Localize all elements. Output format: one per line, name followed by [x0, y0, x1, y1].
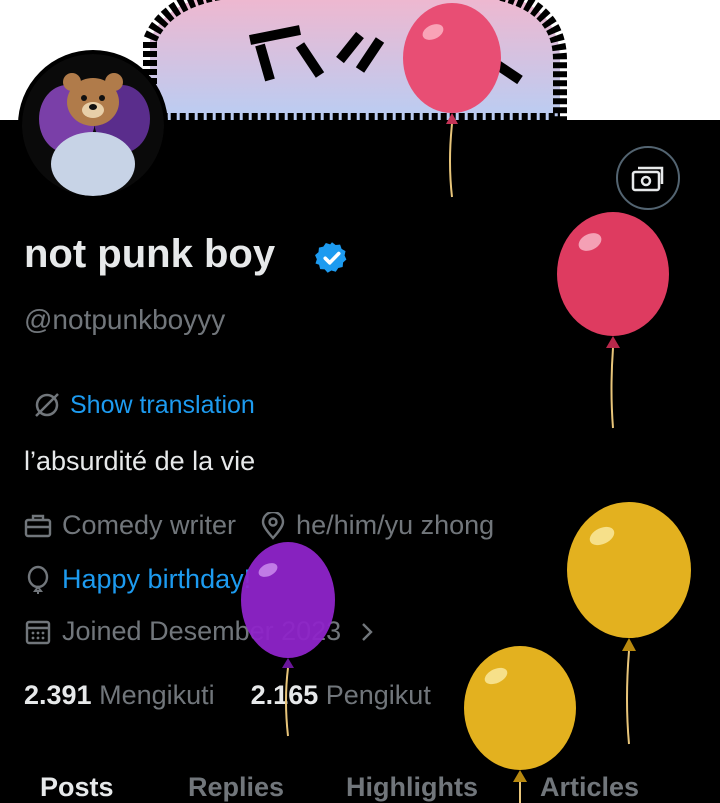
chevron-right-icon — [362, 622, 373, 641]
location-pin-icon — [261, 511, 285, 540]
joined-date: Joined Desember 2023 — [62, 616, 342, 646]
display-name: not punk boy — [24, 232, 276, 276]
follow-stats: 2.391 Mengikuti 2.165 Pengikut — [24, 680, 431, 711]
birthday-balloon-red — [557, 212, 669, 429]
followers-label: Pengikut — [325, 680, 431, 710]
tab-replies[interactable]: Replies — [188, 772, 284, 803]
tip-icon — [631, 166, 664, 192]
following-link[interactable]: 2.391 Mengikuti — [24, 680, 215, 711]
profile-tabs: Posts Replies Highlights Articles — [0, 766, 720, 803]
profession: Comedy writer — [62, 510, 237, 540]
verified-badge-icon[interactable] — [314, 240, 350, 276]
translate-icon — [35, 393, 59, 417]
tab-articles[interactable]: Articles — [540, 772, 639, 803]
tab-posts[interactable]: Posts — [40, 772, 114, 803]
birthday-balloon-yellow — [567, 502, 691, 745]
handle: @notpunkboyyy — [24, 304, 226, 335]
tip-button[interactable] — [616, 146, 680, 210]
joined-row[interactable]: Joined Desember 2023 — [24, 616, 385, 647]
profile-meta-row: Comedy writer he/him/yu zhong — [24, 510, 494, 541]
balloon-icon — [27, 565, 49, 594]
bio: l’absurdité de la vie — [24, 446, 256, 476]
followers-link[interactable]: 2.165 Pengikut — [251, 680, 431, 711]
following-count: 2.391 — [24, 680, 92, 710]
birthday-row: Happy birthday! — [24, 564, 251, 595]
calendar-icon — [25, 620, 51, 644]
following-label: Mengikuti — [99, 680, 215, 710]
show-translation-link[interactable]: Show translation — [32, 390, 255, 420]
show-translation-label: Show translation — [70, 390, 255, 419]
birthday-text: Happy birthday! — [62, 564, 252, 594]
briefcase-icon — [24, 514, 52, 537]
avatar[interactable] — [18, 50, 168, 200]
location: he/him/yu zhong — [296, 510, 495, 540]
tab-highlights[interactable]: Highlights — [346, 772, 478, 803]
followers-count: 2.165 — [250, 680, 319, 710]
